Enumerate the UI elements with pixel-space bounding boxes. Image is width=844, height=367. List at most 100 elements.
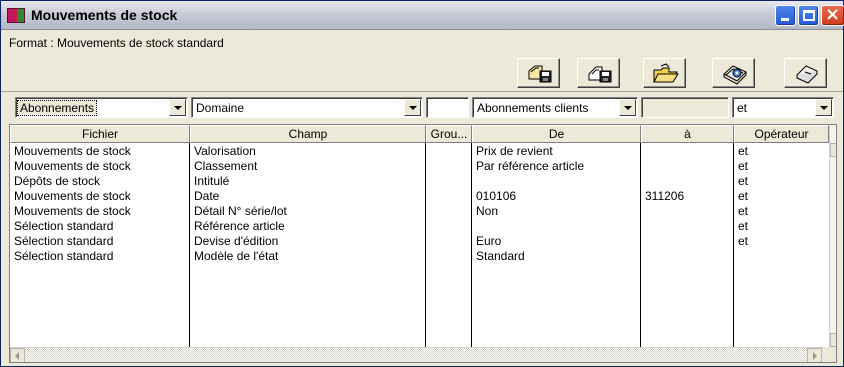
table-cell[interactable]: Dépôts de stock — [14, 174, 188, 189]
table-cell[interactable]: Sélection standard — [14, 234, 188, 249]
group-field[interactable] — [426, 97, 469, 118]
table-cell[interactable]: et — [738, 189, 826, 204]
chevron-down-icon[interactable] — [619, 99, 636, 116]
table-cell[interactable] — [430, 144, 470, 159]
table-cell[interactable] — [430, 174, 470, 189]
chevron-down-icon[interactable] — [169, 99, 186, 116]
table-cell[interactable] — [738, 249, 826, 264]
table-cell[interactable]: 311206 — [645, 189, 731, 204]
table-cell[interactable]: Modèle de l'état — [194, 249, 424, 264]
column-divider — [733, 143, 734, 347]
column-divider — [640, 143, 641, 347]
table-cell[interactable] — [645, 234, 731, 249]
minimize-icon — [781, 18, 789, 21]
table-cell[interactable] — [476, 219, 639, 234]
close-icon: × — [825, 4, 841, 25]
format-label: Format : Mouvements de stock standard — [9, 36, 224, 50]
title-bar[interactable]: Mouvements de stock × — [1, 1, 844, 30]
table-cell[interactable] — [645, 219, 731, 234]
table-cell[interactable]: Par référence article — [476, 159, 639, 174]
chevron-down-icon[interactable] — [404, 99, 421, 116]
maximize-icon — [803, 10, 815, 21]
scroll-right-button[interactable] — [807, 348, 822, 362]
table-cell[interactable]: Mouvements de stock — [14, 159, 188, 174]
table-cell[interactable]: et — [738, 234, 826, 249]
table-cell[interactable]: et — [738, 174, 826, 189]
column-header-groupe[interactable]: Grou... — [426, 125, 472, 143]
column-divider — [189, 143, 190, 347]
close-button[interactable]: × — [821, 5, 844, 26]
from-select[interactable]: Abonnements clients — [472, 97, 638, 118]
save-as-format-icon — [588, 66, 612, 83]
minimize-button[interactable] — [775, 5, 796, 26]
column-header-a[interactable]: à — [641, 125, 734, 143]
table-cell[interactable]: Mouvements de stock — [14, 204, 188, 219]
domain-select[interactable]: Domaine — [191, 97, 423, 118]
scroll-left-button[interactable] — [10, 348, 25, 362]
table-cell[interactable]: et — [738, 219, 826, 234]
table-cell[interactable]: Date — [194, 189, 424, 204]
from-select-value: Abonnements clients — [477, 101, 589, 115]
table-cell[interactable]: Détail N° série/lot — [194, 204, 424, 219]
chevron-down-icon[interactable] — [815, 99, 832, 116]
table-cell[interactable]: Non — [476, 204, 639, 219]
type-select-value: Abonnements — [16, 100, 98, 116]
window-title: Mouvements de stock — [31, 7, 178, 23]
criteria-table[interactable]: Fichier Champ Grou... De à Opérateur Mou… — [9, 124, 837, 363]
operator-select-value: et — [737, 101, 748, 115]
app-icon — [7, 8, 25, 23]
operator-select[interactable]: et — [732, 97, 834, 118]
table-cell[interactable] — [430, 219, 470, 234]
erase-button[interactable] — [784, 58, 827, 88]
mouvements-de-stock-window: Mouvements de stock × Format : Mouvement… — [0, 0, 844, 367]
table-cell[interactable]: et — [738, 204, 826, 219]
table-cell[interactable]: Sélection standard — [14, 249, 188, 264]
scroll-up-button[interactable] — [830, 143, 836, 157]
table-cell[interactable] — [476, 174, 639, 189]
table-cell[interactable] — [645, 144, 731, 159]
table-cell[interactable] — [430, 204, 470, 219]
column-header-fichier[interactable]: Fichier — [10, 125, 190, 143]
column-header-champ[interactable]: Champ — [190, 125, 426, 143]
table-cell[interactable] — [645, 174, 731, 189]
to-field[interactable] — [641, 97, 729, 118]
table-cell[interactable] — [645, 249, 731, 264]
vertical-scrollbar[interactable] — [829, 125, 836, 347]
resize-grip[interactable] — [825, 347, 836, 362]
table-cell[interactable]: Valorisation — [194, 144, 424, 159]
table-cell[interactable]: Classement — [194, 159, 424, 174]
table-cell[interactable] — [645, 159, 731, 174]
maximize-button[interactable] — [798, 5, 819, 26]
table-cell[interactable] — [430, 189, 470, 204]
domain-select-value: Domaine — [196, 101, 245, 115]
table-cell[interactable] — [430, 159, 470, 174]
print-settings-icon — [723, 65, 747, 85]
table-cell[interactable]: et — [738, 144, 826, 159]
save-format-button[interactable] — [517, 58, 560, 88]
open-format-button[interactable] — [643, 58, 686, 88]
table-cell[interactable] — [430, 234, 470, 249]
type-select[interactable]: Abonnements — [15, 97, 188, 118]
table-cell[interactable]: Standard — [476, 249, 639, 264]
table-cell[interactable]: Mouvements de stock — [14, 144, 188, 159]
open-folder-icon — [653, 63, 679, 83]
table-cell[interactable]: Sélection standard — [14, 219, 188, 234]
save-format-icon — [528, 65, 552, 83]
column-header-operateur[interactable]: Opérateur — [734, 125, 829, 143]
eraser-icon — [796, 65, 818, 84]
scroll-down-button[interactable] — [830, 333, 836, 347]
print-settings-button[interactable] — [712, 58, 755, 88]
table-cell[interactable]: Référence article — [194, 219, 424, 234]
table-cell[interactable] — [645, 204, 731, 219]
table-cell[interactable]: Mouvements de stock — [14, 189, 188, 204]
column-header-de[interactable]: De — [472, 125, 641, 143]
table-cell[interactable]: Euro — [476, 234, 639, 249]
table-cell[interactable]: Intitulé — [194, 174, 424, 189]
table-cell[interactable]: et — [738, 159, 826, 174]
save-as-format-button[interactable] — [577, 58, 620, 88]
table-cell[interactable] — [430, 249, 470, 264]
table-cell[interactable]: Devise d'édition — [194, 234, 424, 249]
table-cell[interactable]: Prix de revient — [476, 144, 639, 159]
horizontal-scrollbar[interactable] — [10, 347, 836, 362]
table-cell[interactable]: 010106 — [476, 189, 639, 204]
